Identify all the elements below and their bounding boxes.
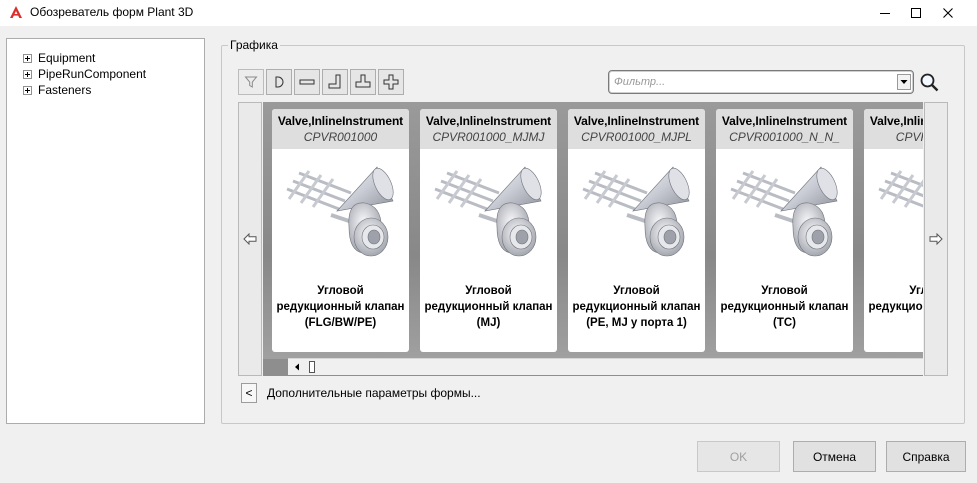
autocad-logo-icon (10, 6, 22, 18)
card-code: CPVR001000_MJMJ (432, 130, 545, 144)
title-bar: Обозреватель форм Plant 3D (0, 0, 977, 26)
maximize-icon (911, 8, 921, 18)
shape-gallery: Valve,InlineInstrument CPVR001000 Углово… (238, 102, 950, 376)
minimize-icon (880, 13, 890, 14)
tree-item-piperuncomponent[interactable]: PipeRunComponent (7, 66, 204, 82)
catalog-tree[interactable]: Equipment PipeRunComponent Fasteners (6, 38, 205, 424)
card-label: Угловой редукционный клапан (PE, MJ у по… (572, 285, 701, 329)
filter-icon (244, 76, 258, 88)
shape-card[interactable]: Valve,InlineInstrument CPVR001000_N_N_ У… (716, 109, 853, 352)
end-cap-icon (275, 76, 284, 88)
filter-input[interactable] (614, 74, 894, 90)
elbow-button[interactable] (322, 69, 348, 95)
shape-card[interactable]: Valve,InlineInstrument CPVR001000 Углово… (272, 109, 409, 352)
filter-button[interactable] (238, 69, 264, 95)
window-title: Обозреватель форм Plant 3D (30, 5, 194, 19)
gallery-strip: Valve,InlineInstrument CPVR001000 Углово… (263, 102, 923, 376)
minimize-button[interactable] (869, 0, 901, 26)
card-label: Угловой редукционный клапан (868, 285, 923, 313)
end-cap-button[interactable] (266, 69, 292, 95)
shape-toolbar (238, 69, 404, 95)
arrow-left-icon (243, 233, 257, 245)
valve-preview-icon (420, 149, 557, 283)
search-button[interactable] (916, 70, 941, 94)
shape-card[interactable]: Valve,InlineInstrument CPVR001000_MJMJ У… (420, 109, 557, 352)
filter-combobox[interactable] (608, 70, 914, 94)
line-button[interactable] (294, 69, 320, 95)
graphics-group-label: Графика (228, 38, 280, 52)
valve-preview-icon (716, 149, 853, 283)
filter-dropdown-button[interactable] (897, 74, 911, 90)
card-label: Угловой редукционный клапан (FLG/BW/PE) (276, 285, 405, 329)
line-icon (299, 79, 315, 85)
tree-item-label: Fasteners (38, 83, 92, 97)
maximize-button[interactable] (900, 0, 932, 26)
gallery-prev-button[interactable] (238, 102, 262, 376)
expand-plus-icon[interactable] (23, 69, 32, 79)
arrow-right-icon (929, 233, 943, 245)
scrollbar-thumb[interactable] (309, 361, 315, 373)
valve-preview-icon (568, 149, 705, 283)
card-label: Угловой редукционный клапан (TC) (720, 285, 849, 329)
valve-preview-icon (864, 149, 923, 283)
shape-card[interactable]: Valve,InlineInstrument CPVR001000 Углово… (864, 109, 923, 352)
tree-item-fasteners[interactable]: Fasteners (7, 82, 204, 98)
card-type: Valve,InlineInstrument (425, 114, 552, 128)
scroll-left-button[interactable] (288, 359, 305, 375)
tree-item-equipment[interactable]: Equipment (7, 50, 204, 66)
more-parameters-toggle[interactable]: < (241, 383, 257, 403)
card-code: CPVR001000 (303, 130, 378, 144)
search-icon (920, 73, 938, 92)
expand-plus-icon[interactable] (23, 53, 32, 63)
card-type: Valve,InlineInstrument (721, 114, 848, 128)
card-label: Угловой редукционный клапан (MJ) (424, 285, 553, 329)
help-button[interactable]: Справка (886, 441, 966, 472)
card-type: Valve,InlineInstrument (869, 114, 923, 128)
cross-icon (383, 74, 399, 90)
card-type: Valve,InlineInstrument (573, 114, 700, 128)
cross-button[interactable] (378, 69, 404, 95)
ok-button[interactable]: OK (697, 441, 780, 472)
tree-item-label: Equipment (38, 51, 96, 65)
gallery-next-button[interactable] (924, 102, 948, 376)
shape-card[interactable]: Valve,InlineInstrument CPVR001000_MJPL У… (568, 109, 705, 352)
chevron-down-icon (900, 80, 908, 84)
tee-button[interactable] (350, 69, 376, 95)
close-icon (943, 8, 953, 18)
expand-plus-icon[interactable] (23, 85, 32, 95)
scroll-left-icon (294, 363, 299, 371)
elbow-icon (328, 74, 341, 89)
valve-preview-icon (272, 149, 409, 283)
card-code: CPVR001000 (895, 130, 923, 144)
tee-icon (355, 74, 371, 88)
gallery-horizontal-scrollbar[interactable] (288, 358, 923, 375)
card-code: CPVR001000_N_N_ (729, 130, 840, 144)
card-code: CPVR001000_MJPL (581, 130, 692, 144)
close-button[interactable] (932, 0, 964, 26)
more-parameters-label: Дополнительные параметры формы... (267, 386, 481, 400)
cancel-button[interactable]: Отмена (793, 441, 876, 472)
tree-item-label: PipeRunComponent (38, 67, 147, 81)
card-type: Valve,InlineInstrument (277, 114, 404, 128)
